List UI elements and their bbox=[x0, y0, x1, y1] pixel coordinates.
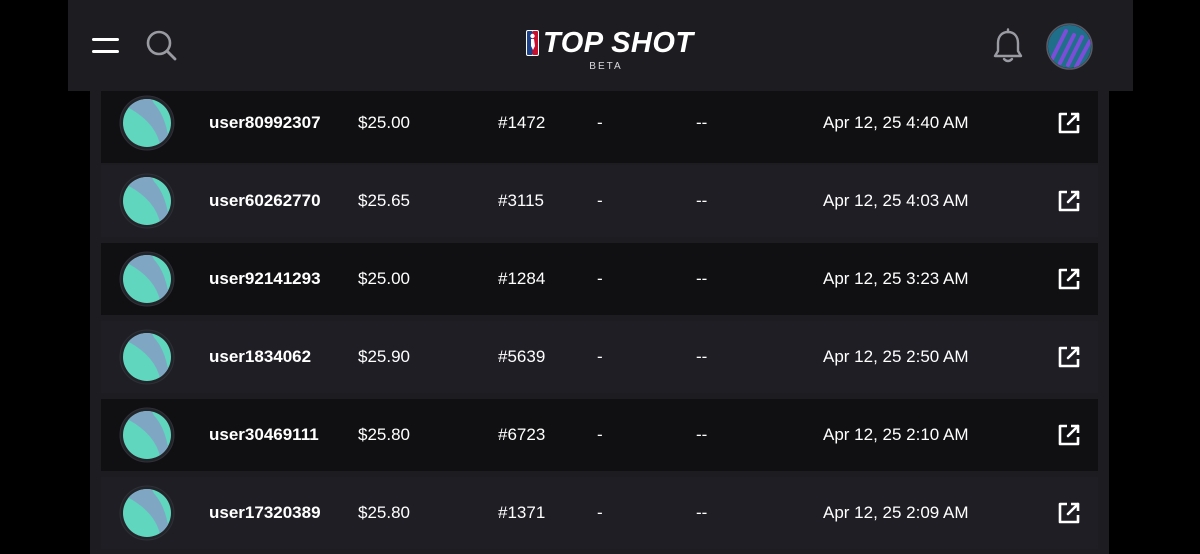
empty-value: -- bbox=[696, 191, 708, 210]
sale-price: $25.80 bbox=[358, 425, 410, 444]
sale-date: Apr 12, 25 4:03 AM bbox=[823, 191, 969, 210]
table-row[interactable]: user92141293 $25.00 #1284 - -- Apr 12, 2… bbox=[101, 243, 1098, 315]
sale-price: $25.00 bbox=[358, 113, 410, 132]
user-avatar-icon bbox=[119, 95, 175, 151]
empty-value: - bbox=[597, 269, 603, 288]
username[interactable]: user1834062 bbox=[209, 321, 311, 393]
bell-icon bbox=[993, 28, 1023, 63]
empty-value: -- bbox=[696, 269, 708, 288]
menu-button[interactable] bbox=[92, 36, 120, 56]
username[interactable]: user30469111 bbox=[209, 399, 319, 471]
sale-price: $25.80 bbox=[358, 503, 410, 522]
table-row[interactable]: user17320389 $25.80 #1371 - -- Apr 12, 2… bbox=[101, 477, 1098, 549]
table-row[interactable]: user80992307 $25.00 #1472 - -- Apr 12, 2… bbox=[101, 91, 1098, 163]
empty-value: -- bbox=[696, 503, 708, 522]
sales-history-list: user80992307 $25.00 #1472 - -- Apr 12, 2… bbox=[90, 91, 1109, 554]
username[interactable]: user17320389 bbox=[209, 477, 321, 549]
serial-number: #1284 bbox=[498, 269, 546, 288]
empty-value: -- bbox=[696, 347, 708, 366]
user-avatar-icon bbox=[119, 485, 175, 541]
external-link-icon[interactable] bbox=[1057, 189, 1081, 213]
sale-price: $25.90 bbox=[358, 347, 410, 366]
sale-price: $25.65 bbox=[358, 191, 410, 210]
empty-value: - bbox=[597, 347, 603, 366]
user-avatar-icon bbox=[119, 329, 175, 385]
logo-beta-label: BETA bbox=[589, 61, 623, 72]
sale-date: Apr 12, 25 3:23 AM bbox=[823, 269, 969, 288]
username[interactable]: user60262770 bbox=[209, 165, 321, 237]
empty-value: - bbox=[597, 425, 603, 444]
empty-value: -- bbox=[696, 113, 708, 132]
sale-price: $25.00 bbox=[358, 269, 410, 288]
notifications-button[interactable] bbox=[990, 28, 1026, 66]
username[interactable]: user80992307 bbox=[209, 91, 321, 159]
serial-number: #3115 bbox=[498, 191, 545, 210]
table-row[interactable]: user60262770 $25.65 #3115 - -- Apr 12, 2… bbox=[101, 165, 1098, 237]
sale-date: Apr 12, 25 4:40 AM bbox=[823, 113, 969, 132]
top-nav-bar: TOP SHOT BETA bbox=[68, 0, 1133, 91]
menu-icon-line-top bbox=[92, 38, 119, 41]
user-avatar-icon bbox=[119, 173, 175, 229]
external-link-icon[interactable] bbox=[1057, 501, 1081, 525]
empty-value: - bbox=[597, 113, 603, 132]
username[interactable]: user92141293 bbox=[209, 243, 321, 315]
empty-value: - bbox=[597, 503, 603, 522]
serial-number: #1371 bbox=[498, 503, 546, 522]
sale-date: Apr 12, 25 2:09 AM bbox=[823, 503, 969, 522]
profile-avatar-button[interactable] bbox=[1046, 23, 1093, 70]
external-link-icon[interactable] bbox=[1057, 111, 1081, 135]
external-link-icon[interactable] bbox=[1057, 345, 1081, 369]
empty-value: - bbox=[597, 191, 603, 210]
external-link-icon[interactable] bbox=[1057, 267, 1081, 291]
top-shot-logo[interactable]: TOP SHOT BETA bbox=[524, 27, 693, 78]
avatar bbox=[1046, 23, 1093, 70]
sale-date: Apr 12, 25 2:50 AM bbox=[823, 347, 969, 366]
search-button[interactable] bbox=[144, 28, 180, 64]
logo-wordmark: TOP SHOT bbox=[543, 27, 694, 59]
app: TOP SHOT BETA user80992307 $25.00 #1472 … bbox=[0, 0, 1200, 554]
serial-number: #5639 bbox=[498, 347, 546, 366]
sale-date: Apr 12, 25 2:10 AM bbox=[823, 425, 969, 444]
nba-logo-icon bbox=[526, 30, 539, 56]
menu-icon-line-bottom bbox=[92, 50, 119, 53]
user-avatar-icon bbox=[119, 251, 175, 307]
search-icon bbox=[146, 30, 177, 61]
serial-number: #1472 bbox=[498, 113, 546, 132]
external-link-icon[interactable] bbox=[1057, 423, 1081, 447]
serial-number: #6723 bbox=[498, 425, 546, 444]
empty-value: -- bbox=[696, 425, 708, 444]
table-row[interactable]: user30469111 $25.80 #6723 - -- Apr 12, 2… bbox=[101, 399, 1098, 471]
user-avatar-icon bbox=[119, 407, 175, 463]
table-row[interactable]: user1834062 $25.90 #5639 - -- Apr 12, 25… bbox=[101, 321, 1098, 393]
